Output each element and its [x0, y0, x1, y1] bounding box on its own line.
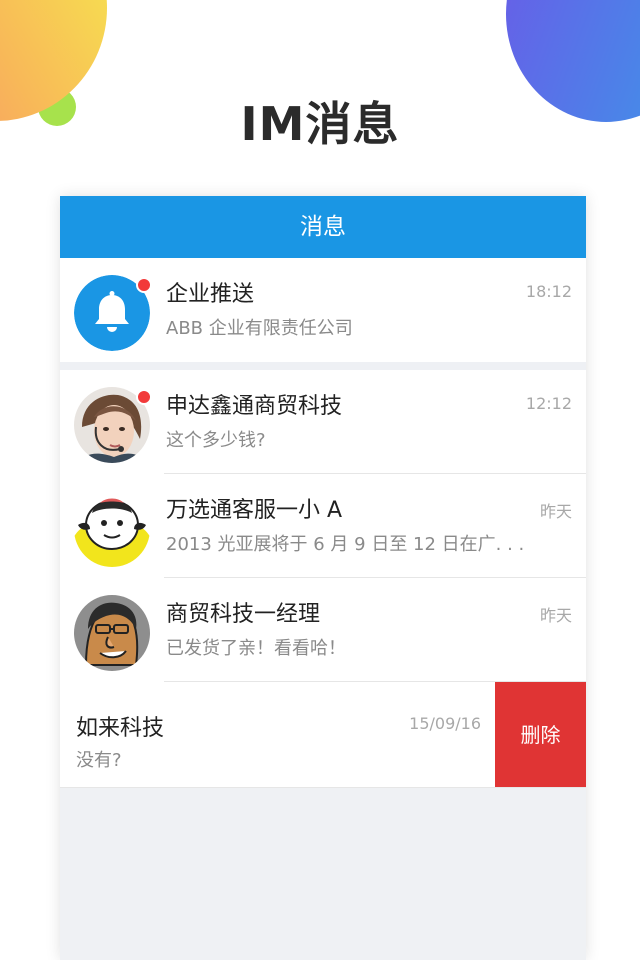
avatar — [74, 275, 152, 351]
avatar — [74, 595, 150, 671]
swiped-conversation-row[interactable]: 如来科技 没有? 15/09/16 删除 — [60, 682, 586, 788]
conversation-preview: ABB 企业有限责任公司 — [166, 318, 353, 339]
app-promo-page: IM消息 消息 企业推送 ABB 企业有限责任公司 18:12 申达鑫通商贸科技… — [0, 0, 640, 960]
delete-button[interactable]: 删除 — [495, 682, 586, 788]
conversation-row[interactable]: 企业推送 ABB 企业有限责任公司 18:12 — [60, 258, 586, 362]
conversation-preview: 没有? — [76, 750, 122, 771]
avatar — [74, 387, 152, 463]
conversation-row[interactable]: 申达鑫通商贸科技 这个多少钱? 12:12 — [60, 370, 586, 474]
conversation-row[interactable]: 商贸科技一经理 已发货了亲！看看哈！ 昨天 — [60, 578, 586, 682]
conversation-preview: 2013 光亚展将于 6 月 9 日至 12 日在广. . . — [166, 534, 525, 555]
conversation-time: 15/09/16 — [409, 714, 481, 733]
system-section: 企业推送 ABB 企业有限责任公司 18:12 — [60, 258, 586, 362]
unread-badge — [136, 277, 152, 293]
conversation-name: 商贸科技一经理 — [166, 602, 321, 627]
conversation-preview: 已发货了亲！看看哈！ — [166, 638, 346, 659]
conversation-time: 昨天 — [539, 606, 572, 625]
chat-section: 申达鑫通商贸科技 这个多少钱? 12:12 万选通客服一小 A 2013 光亚展… — [60, 370, 586, 788]
phone-screen: 消息 企业推送 ABB 企业有限责任公司 18:12 申达鑫通商贸科技 这个多少… — [60, 196, 586, 960]
swiped-row-content[interactable]: 如来科技 没有? 15/09/16 — [60, 682, 495, 788]
conversation-preview: 这个多少钱? — [166, 430, 266, 451]
conversation-name: 万选通客服一小 A — [166, 498, 343, 523]
cartoon-man-avatar-icon — [74, 595, 150, 671]
avatar — [74, 491, 150, 567]
section-divider — [60, 362, 586, 370]
cartoon-avatar-icon — [74, 491, 150, 567]
promo-title: IM消息 — [240, 97, 400, 151]
conversation-name: 如来科技 — [76, 716, 165, 741]
conversation-time: 18:12 — [525, 282, 572, 301]
unread-badge — [136, 389, 152, 405]
conversation-name: 申达鑫通商贸科技 — [166, 394, 343, 419]
row-divider — [60, 787, 586, 788]
nav-bar-title: 消息 — [60, 196, 586, 258]
conversation-time: 12:12 — [525, 394, 572, 413]
conversation-name: 企业推送 — [166, 282, 255, 307]
conversation-row[interactable]: 万选通客服一小 A 2013 光亚展将于 6 月 9 日至 12 日在广. . … — [60, 474, 586, 578]
conversation-time: 昨天 — [539, 502, 572, 521]
